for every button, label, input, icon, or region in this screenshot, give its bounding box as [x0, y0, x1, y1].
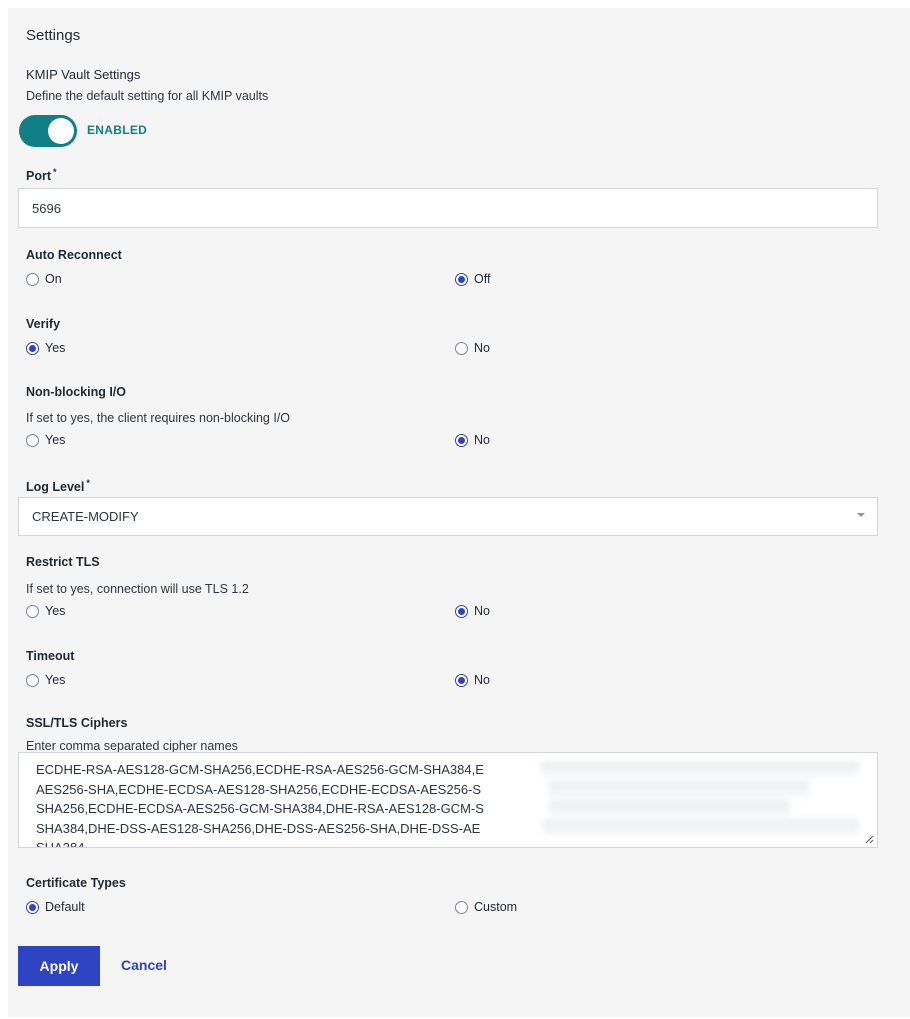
auto-reconnect-on-radio[interactable]: On [26, 272, 62, 286]
radio-circle-selected [26, 341, 39, 355]
redaction-blur [543, 819, 859, 835]
ciphers-description: Enter comma separated cipher names [26, 739, 238, 753]
radio-circle [26, 604, 39, 618]
non-blocking-label: Non-blocking I/O [26, 385, 126, 399]
kmip-section-description: Define the default setting for all KMIP … [26, 89, 269, 103]
toggle-state-label: ENABLED [87, 123, 148, 137]
ciphers-textarea[interactable]: ECDHE-RSA-AES128-GCM-SHA256,ECDHE-RSA-AE… [18, 752, 878, 848]
radio-circle-selected [455, 433, 468, 447]
restrict-tls-description: If set to yes, connection will use TLS 1… [26, 582, 249, 596]
radio-circle [455, 341, 468, 355]
non-blocking-description: If set to yes, the client requires non-b… [26, 411, 291, 425]
radio-circle-selected [455, 272, 468, 286]
certificate-default-radio[interactable]: Default [26, 900, 85, 914]
timeout-no-radio[interactable]: No [455, 673, 490, 687]
radio-circle-selected [455, 673, 468, 687]
resize-handle-icon[interactable] [864, 834, 874, 844]
restrict-tls-yes-radio[interactable]: Yes [26, 604, 65, 618]
restrict-tls-label: Restrict TLS [26, 555, 100, 569]
port-input[interactable]: 5696 [18, 188, 878, 228]
chevron-down-icon [857, 513, 865, 517]
ciphers-label: SSL/TLS Ciphers [26, 716, 128, 730]
non-blocking-no-radio[interactable]: No [455, 433, 490, 447]
cancel-button[interactable]: Cancel [121, 957, 167, 973]
page-title: Settings [26, 27, 81, 44]
verify-label: Verify [26, 317, 61, 331]
radio-circle-selected [26, 900, 39, 914]
kmip-section-title: KMIP Vault Settings [26, 67, 141, 82]
radio-circle [26, 433, 39, 447]
restrict-tls-no-radio[interactable]: No [455, 604, 490, 618]
toggle-knob [48, 118, 74, 144]
auto-reconnect-label: Auto Reconnect [26, 248, 122, 262]
verify-yes-radio[interactable]: Yes [26, 341, 65, 355]
redaction-blur [549, 781, 809, 797]
timeout-label: Timeout [26, 649, 75, 663]
auto-reconnect-off-radio[interactable]: Off [455, 272, 490, 286]
redaction-blur [541, 761, 859, 777]
verify-no-radio[interactable]: No [455, 341, 490, 355]
certificate-custom-radio[interactable]: Custom [455, 900, 517, 914]
log-level-label: Log Level * [26, 478, 90, 495]
log-level-select[interactable]: CREATE-MODIFY [18, 497, 878, 536]
non-blocking-yes-radio[interactable]: Yes [26, 433, 65, 447]
radio-circle-selected [455, 604, 468, 618]
redaction-blur [549, 800, 789, 816]
kmip-enabled-toggle[interactable] [19, 115, 77, 147]
radio-circle [26, 272, 39, 286]
radio-circle [455, 900, 468, 914]
port-label: Port * [26, 167, 57, 184]
certificate-types-label: Certificate Types [26, 876, 126, 890]
timeout-yes-radio[interactable]: Yes [26, 673, 65, 687]
apply-button[interactable]: Apply [18, 946, 100, 986]
radio-circle [26, 673, 39, 687]
